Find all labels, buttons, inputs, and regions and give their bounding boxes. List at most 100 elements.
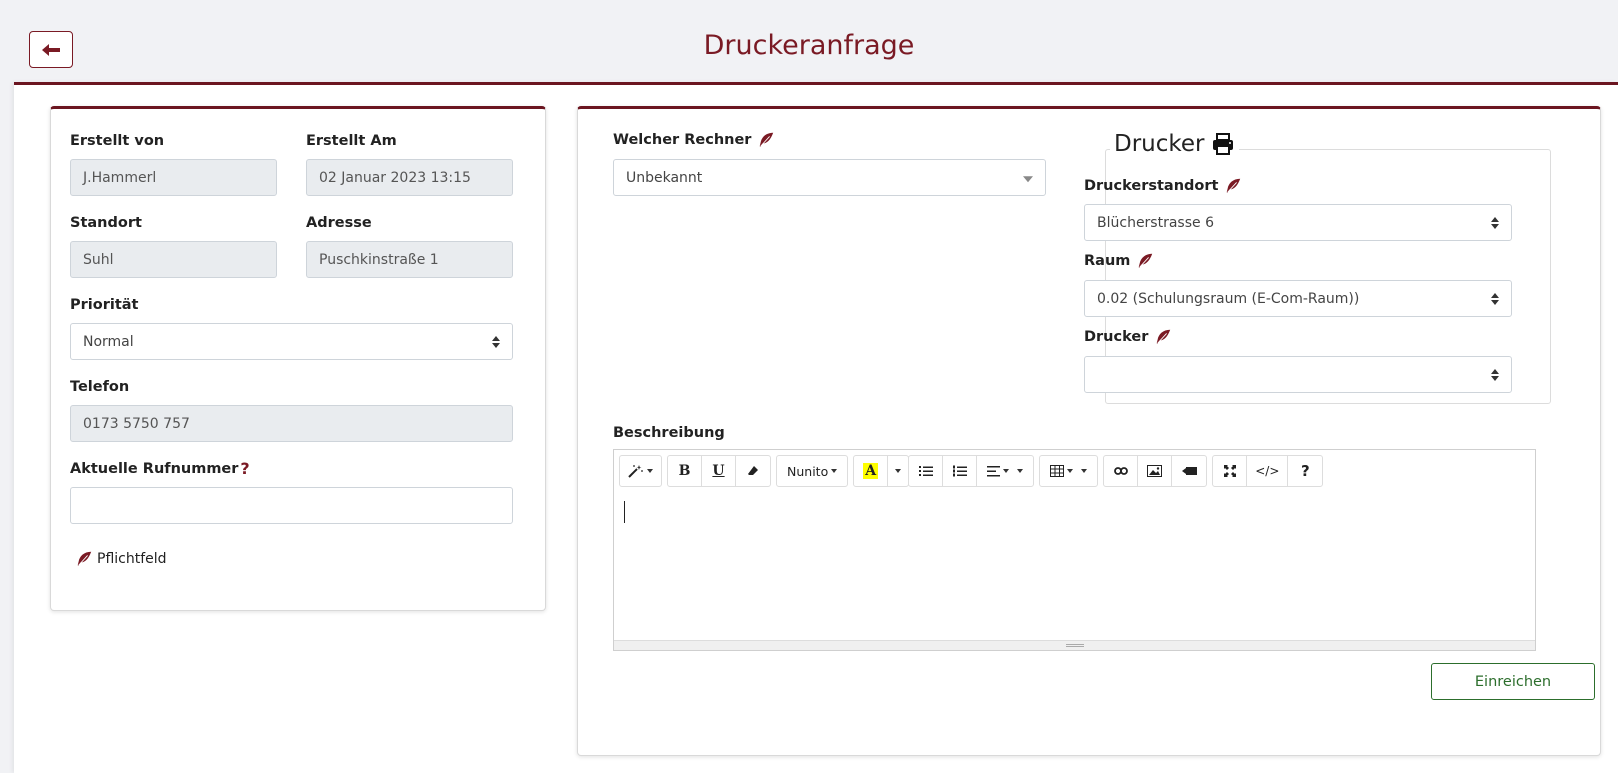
caret-down-icon bbox=[1003, 469, 1010, 473]
printer-location-select[interactable]: Blücherstrasse 6 bbox=[1084, 204, 1512, 241]
editor-resize-handle[interactable] bbox=[614, 640, 1535, 650]
current-number-input[interactable] bbox=[70, 487, 513, 524]
code-icon: </> bbox=[1255, 464, 1280, 478]
align-left-icon bbox=[987, 465, 1001, 476]
location-label: Standort bbox=[70, 215, 142, 231]
priority-label: Priorität bbox=[70, 297, 139, 313]
highlight-color-button[interactable]: A bbox=[854, 456, 889, 486]
fullscreen-button[interactable] bbox=[1213, 456, 1248, 486]
created-at-field: 02 Januar 2023 13:15 bbox=[306, 159, 513, 196]
caret-down-icon bbox=[895, 469, 902, 473]
magic-wand-icon bbox=[628, 465, 643, 478]
printer-label-text: Drucker bbox=[1084, 329, 1149, 345]
highlight-icon: A bbox=[863, 463, 879, 479]
caret-down-icon bbox=[831, 469, 838, 473]
required-note: Pflichtfeld bbox=[97, 551, 167, 567]
page-header: Druckeranfrage bbox=[0, 0, 1618, 84]
insert-video-button[interactable] bbox=[1172, 456, 1206, 486]
description-editable[interactable] bbox=[614, 492, 1535, 640]
question-icon: ? bbox=[1301, 462, 1310, 480]
font-name-button[interactable]: Nunito bbox=[777, 456, 847, 486]
location-field: Suhl bbox=[70, 241, 277, 278]
color-group: A bbox=[853, 455, 910, 487]
style-button[interactable] bbox=[620, 456, 661, 486]
caret-down-icon bbox=[1081, 469, 1088, 473]
rich-text-editor: B U Nunito A </> ? bbox=[613, 449, 1536, 651]
submit-button[interactable]: Einreichen bbox=[1431, 663, 1595, 700]
printer-label: Drucker bbox=[1084, 328, 1172, 346]
printer-icon bbox=[1212, 133, 1233, 155]
feather-icon bbox=[757, 131, 775, 149]
computer-select[interactable]: Unbekannt bbox=[613, 159, 1046, 196]
select-arrows-icon bbox=[1491, 293, 1499, 305]
main-panel: Erstellt von J.Hammerl Erstellt Am 02 Ja… bbox=[14, 82, 1618, 773]
feather-icon bbox=[1224, 177, 1242, 195]
table-group bbox=[1039, 455, 1099, 487]
feather-icon bbox=[1154, 328, 1172, 346]
font-group: Nunito bbox=[776, 455, 849, 487]
table-icon bbox=[1050, 465, 1065, 477]
computer-value: Unbekannt bbox=[626, 169, 703, 186]
caret-down-icon bbox=[1017, 469, 1024, 473]
room-value: 0.02 (Schulungsraum (E-Com-Raum)) bbox=[1097, 290, 1360, 307]
printer-fieldset-legend: Drucker bbox=[1110, 131, 1239, 157]
help-icon[interactable]: ? bbox=[240, 459, 249, 478]
text-cursor bbox=[624, 501, 625, 523]
chevron-down-icon bbox=[1023, 175, 1033, 182]
feather-icon bbox=[75, 550, 93, 568]
printer-request-card: Welcher Rechner Unbekannt Drucker Drucke… bbox=[577, 106, 1601, 756]
bullet-list-button[interactable] bbox=[909, 456, 944, 486]
expand-icon bbox=[1223, 465, 1236, 477]
link-icon bbox=[1113, 467, 1128, 475]
computer-label-text: Welcher Rechner bbox=[613, 132, 752, 148]
room-select[interactable]: 0.02 (Schulungsraum (E-Com-Raum)) bbox=[1084, 280, 1512, 317]
format-group: B U bbox=[667, 455, 771, 487]
editor-toolbar: B U Nunito A </> ? bbox=[619, 455, 1324, 487]
video-icon bbox=[1181, 467, 1197, 475]
room-label-text: Raum bbox=[1084, 253, 1131, 269]
phone-label: Telefon bbox=[70, 379, 130, 395]
list-ol-icon bbox=[952, 465, 967, 477]
align-button[interactable] bbox=[977, 456, 1033, 486]
color-dropdown-button[interactable] bbox=[888, 456, 908, 486]
clear-format-button[interactable] bbox=[736, 456, 770, 486]
insert-link-button[interactable] bbox=[1104, 456, 1139, 486]
code-view-button[interactable]: </> bbox=[1247, 456, 1289, 486]
view-group: </> ? bbox=[1212, 455, 1324, 487]
table-button[interactable] bbox=[1040, 456, 1097, 486]
current-number-label: Aktuelle Rufnummer ? bbox=[70, 459, 250, 478]
printer-location-label-text: Druckerstandort bbox=[1084, 178, 1219, 194]
printer-select[interactable] bbox=[1084, 356, 1512, 393]
list-ul-icon bbox=[918, 466, 933, 476]
bold-button[interactable]: B bbox=[668, 456, 702, 486]
printer-location-value: Blücherstrasse 6 bbox=[1097, 214, 1214, 231]
select-arrows-icon bbox=[492, 336, 500, 348]
eraser-icon bbox=[748, 466, 758, 475]
bold-icon: B bbox=[678, 463, 691, 479]
room-label: Raum bbox=[1084, 252, 1154, 270]
select-arrows-icon bbox=[1491, 369, 1499, 381]
description-label: Beschreibung bbox=[613, 425, 725, 441]
style-group bbox=[619, 455, 662, 487]
computer-label: Welcher Rechner bbox=[613, 131, 775, 149]
page-title: Druckeranfrage bbox=[703, 30, 915, 61]
caret-down-icon bbox=[647, 469, 653, 473]
printer-legend-text: Drucker bbox=[1114, 131, 1205, 157]
printer-location-label: Druckerstandort bbox=[1084, 177, 1242, 195]
grip-icon bbox=[1066, 644, 1084, 647]
current-number-label-text: Aktuelle Rufnummer bbox=[70, 460, 239, 477]
created-by-field: J.Hammerl bbox=[70, 159, 277, 196]
priority-select[interactable]: Normal bbox=[70, 323, 513, 360]
underline-icon: U bbox=[712, 463, 725, 479]
insert-image-button[interactable] bbox=[1138, 456, 1173, 486]
created-by-label: Erstellt von bbox=[70, 133, 165, 149]
help-button[interactable]: ? bbox=[1288, 456, 1322, 486]
select-arrows-icon bbox=[1491, 217, 1499, 229]
underline-button[interactable]: U bbox=[702, 456, 736, 486]
image-icon bbox=[1147, 465, 1163, 477]
address-label: Adresse bbox=[306, 215, 372, 231]
request-info-card: Erstellt von J.Hammerl Erstellt Am 02 Ja… bbox=[50, 106, 546, 611]
paragraph-group bbox=[908, 455, 1035, 487]
numbered-list-button[interactable] bbox=[943, 456, 978, 486]
created-at-label: Erstellt Am bbox=[306, 133, 397, 149]
